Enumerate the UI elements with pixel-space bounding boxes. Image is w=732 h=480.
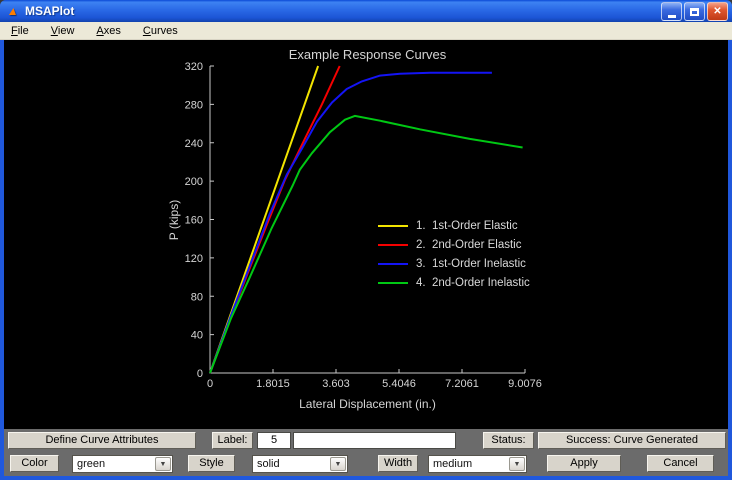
control-panel: Define Curve Attributes Label: 5 Status:… (4, 429, 728, 476)
chart-title: Example Response Curves (289, 47, 447, 62)
chevron-down-icon[interactable]: ▼ (155, 457, 171, 471)
status-value: Success: Curve Generated (538, 432, 726, 449)
x-tick-label: 9.0076 (508, 378, 542, 390)
chevron-down-icon[interactable]: ▼ (330, 457, 346, 471)
window-title: MSAPlot (25, 4, 74, 18)
style-button[interactable]: Style (188, 455, 235, 472)
chevron-down-icon[interactable]: ▼ (509, 457, 525, 471)
x-tick-label: 5.4046 (382, 378, 416, 390)
x-tick-label: 1.8015 (256, 378, 290, 390)
chart-legend: 1. 1st-Order Elastic 2. 2nd-Order Elastic… (378, 216, 530, 292)
cancel-button[interactable]: Cancel (647, 455, 714, 472)
width-select-value: medium (433, 457, 472, 472)
close-icon: ✕ (713, 6, 721, 17)
menu-bar: File View Axes Curves (0, 22, 732, 40)
minimize-button[interactable] (661, 2, 682, 21)
close-button[interactable]: ✕ (707, 2, 728, 21)
apply-button[interactable]: Apply (547, 455, 621, 472)
menu-axes[interactable]: Axes (93, 24, 123, 38)
legend-line-swatch (378, 225, 408, 227)
style-select[interactable]: solid ▼ (252, 455, 348, 473)
legend-line-swatch (378, 263, 408, 265)
y-tick-label: 160 (185, 215, 203, 227)
msaplot-window: ▲ MSAPlot ✕ File View Axes Curves 0 1.801… (0, 0, 732, 480)
minimize-icon (668, 15, 676, 18)
color-button[interactable]: Color (10, 455, 59, 472)
y-tick-label: 240 (185, 138, 203, 150)
menu-curves[interactable]: Curves (140, 24, 181, 38)
label-text-field[interactable] (293, 432, 456, 449)
legend-label: 2. 2nd-Order Elastic (416, 239, 521, 251)
color-select[interactable]: green ▼ (72, 455, 173, 473)
legend-entry: 4. 2nd-Order Inelastic (378, 273, 530, 292)
legend-label: 1. 1st-Order Elastic (416, 220, 518, 232)
y-tick-label: 40 (191, 330, 203, 342)
response-curves-chart: 0 1.8015 3.603 5.4046 7.2061 9.0076 0 40 80 120 16… (4, 40, 728, 429)
y-tick-label: 320 (185, 61, 203, 73)
y-tick-label: 120 (185, 253, 203, 265)
status-caption: Status: (483, 432, 534, 449)
legend-entry: 1. 1st-Order Elastic (378, 216, 530, 235)
y-tick-label: 80 (191, 291, 203, 303)
legend-line-swatch (378, 244, 408, 246)
matlab-logo-icon: ▲ (4, 3, 22, 19)
x-axis-label: Lateral Displacement (in.) (299, 397, 436, 411)
x-tick-label: 3.603 (322, 378, 350, 390)
y-tick-label: 200 (185, 176, 203, 188)
legend-entry: 2. 2nd-Order Elastic (378, 235, 530, 254)
x-tick-label: 0 (207, 378, 213, 390)
maximize-button[interactable] (684, 2, 705, 21)
legend-line-swatch (378, 282, 408, 284)
color-select-value: green (77, 457, 105, 472)
label-caption: Label: (212, 432, 253, 449)
style-select-value: solid (257, 457, 280, 472)
legend-entry: 3. 1st-Order Inelastic (378, 254, 530, 273)
menu-file[interactable]: File (8, 24, 32, 38)
legend-label: 4. 2nd-Order Inelastic (416, 277, 530, 289)
maximize-icon (690, 8, 699, 16)
define-curve-attributes-button[interactable]: Define Curve Attributes (8, 432, 196, 449)
plot-area: 0 1.8015 3.603 5.4046 7.2061 9.0076 0 40 80 120 16… (4, 40, 728, 429)
title-bar: ▲ MSAPlot ✕ (0, 0, 732, 22)
label-number-field[interactable]: 5 (257, 432, 291, 449)
width-select[interactable]: medium ▼ (428, 455, 527, 473)
y-axis-label: P (kips) (167, 200, 181, 240)
y-tick-label: 280 (185, 99, 203, 111)
legend-label: 3. 1st-Order Inelastic (416, 258, 526, 270)
window-controls: ✕ (661, 2, 728, 21)
y-tick-label: 0 (197, 368, 203, 380)
menu-view[interactable]: View (48, 24, 78, 38)
x-tick-label: 7.2061 (445, 378, 479, 390)
width-button[interactable]: Width (378, 455, 418, 472)
